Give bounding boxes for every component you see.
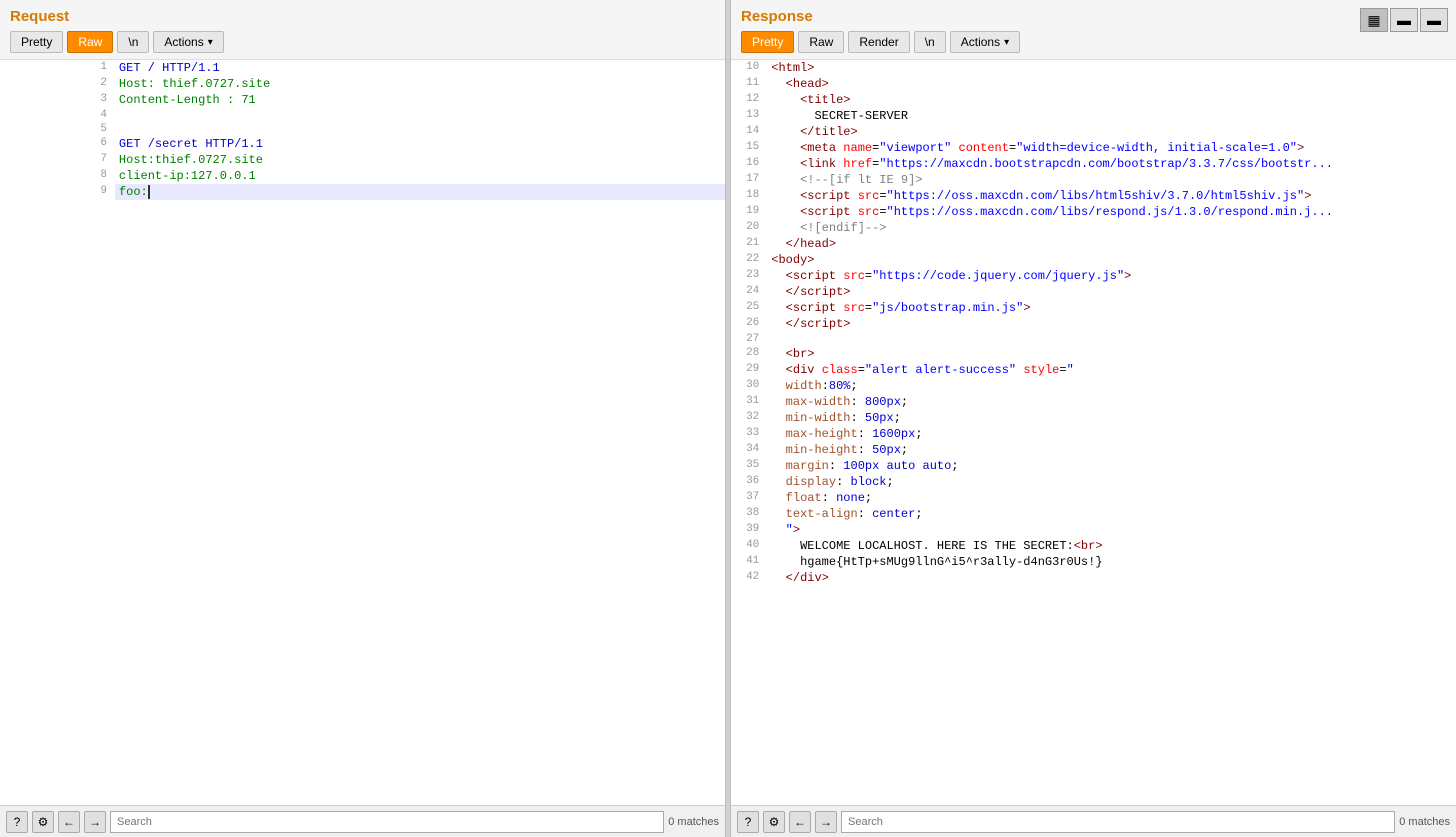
request-prev-match-btn[interactable]: ← — [58, 811, 80, 833]
request-help-btn[interactable]: ? — [6, 811, 28, 833]
response-actions-arrow: ▾ — [1004, 37, 1009, 48]
response-line-16: 16 <link href="https://maxcdn.bootstrapc… — [731, 156, 1456, 172]
response-help-btn[interactable]: ? — [737, 811, 759, 833]
response-line-25: 25 <script src="js/bootstrap.min.js"> — [731, 300, 1456, 316]
response-line-34: 34 min-height: 50px; — [731, 442, 1456, 458]
response-line-39: 39 "> — [731, 522, 1456, 538]
request-line-3: 3 Content-Length : 71 — [0, 92, 725, 108]
response-line-14: 14 </title> — [731, 124, 1456, 140]
response-line-33: 33 max-height: 1600px; — [731, 426, 1456, 442]
request-tab-raw[interactable]: Raw — [67, 31, 113, 53]
response-line-19: 19 <script src="https://oss.maxcdn.com/l… — [731, 204, 1456, 220]
request-actions-btn[interactable]: Actions ▾ — [153, 31, 223, 53]
request-line-7: 7 Host:thief.0727.site — [0, 152, 725, 168]
request-pane: Request Pretty Raw \n Actions ▾ 1 GET / … — [0, 0, 725, 837]
response-tab-newline[interactable]: \n — [914, 31, 946, 53]
response-line-15: 15 <meta name="viewport" content="width=… — [731, 140, 1456, 156]
request-line-2: 2 Host: thief.0727.site — [0, 76, 725, 92]
response-tab-pretty[interactable]: Pretty — [741, 31, 794, 53]
request-bottom-bar: ? ⚙ ← → 0 matches — [0, 805, 725, 837]
response-line-40: 40 WELCOME LOCALHOST. HERE IS THE SECRET… — [731, 538, 1456, 554]
request-line-9: 9 foo: — [0, 184, 725, 200]
response-title: Response — [741, 8, 1446, 25]
response-match-count: 0 matches — [1399, 816, 1450, 828]
request-search-input[interactable] — [110, 811, 664, 833]
response-line-41: 41 hgame{HtTp+sMUg9llnG^i5^r3ally-d4nG3r… — [731, 554, 1456, 570]
response-line-36: 36 display: block; — [731, 474, 1456, 490]
request-toolbar: Pretty Raw \n Actions ▾ — [10, 31, 715, 53]
request-tab-pretty[interactable]: Pretty — [10, 31, 63, 53]
request-line-5: 5 — [0, 122, 725, 136]
response-pane: Response Pretty Raw Render \n Actions ▾ … — [731, 0, 1456, 837]
request-code-area: 1 GET / HTTP/1.1 2 Host: thief.0727.site… — [0, 60, 725, 805]
response-tab-raw[interactable]: Raw — [798, 31, 844, 53]
request-header: Request Pretty Raw \n Actions ▾ — [0, 0, 725, 60]
response-line-20: 20 <![endif]--> — [731, 220, 1456, 236]
response-line-27: 27 — [731, 332, 1456, 346]
response-line-42: 42 </div> — [731, 570, 1456, 586]
layout-horizontal-btn[interactable]: ▬ — [1390, 8, 1418, 32]
response-line-22: 22 <body> — [731, 252, 1456, 268]
response-header: Response Pretty Raw Render \n Actions ▾ — [731, 0, 1456, 60]
response-tab-render[interactable]: Render — [848, 31, 909, 53]
request-next-match-btn[interactable]: → — [84, 811, 106, 833]
layout-controls: ▦ ▬ ▬ — [1360, 8, 1448, 32]
response-line-13: 13 SECRET-SERVER — [731, 108, 1456, 124]
response-line-21: 21 </head> — [731, 236, 1456, 252]
response-line-17: 17 <!--[if lt IE 9]> — [731, 172, 1456, 188]
response-line-24: 24 </script> — [731, 284, 1456, 300]
response-actions-btn[interactable]: Actions ▾ — [950, 31, 1020, 53]
response-line-32: 32 min-width: 50px; — [731, 410, 1456, 426]
request-title: Request — [10, 8, 715, 25]
request-line-8: 8 client-ip:127.0.0.1 — [0, 168, 725, 184]
response-line-31: 31 max-width: 800px; — [731, 394, 1456, 410]
response-code-lines: 10 <html> 11 <head> 12 <title> 13 SECRET… — [731, 60, 1456, 586]
response-line-28: 28 <br> — [731, 346, 1456, 362]
request-line-4: 4 — [0, 108, 725, 122]
request-code-lines: 1 GET / HTTP/1.1 2 Host: thief.0727.site… — [0, 60, 725, 200]
response-line-26: 26 </script> — [731, 316, 1456, 332]
response-line-23: 23 <script src="https://code.jquery.com/… — [731, 268, 1456, 284]
response-line-29: 29 <div class="alert alert-success" styl… — [731, 362, 1456, 378]
response-toolbar: Pretty Raw Render \n Actions ▾ — [741, 31, 1446, 53]
response-next-match-btn[interactable]: → — [815, 811, 837, 833]
response-bottom-bar: ? ⚙ ← → 0 matches — [731, 805, 1456, 837]
response-line-38: 38 text-align: center; — [731, 506, 1456, 522]
request-line-1: 1 GET / HTTP/1.1 — [0, 60, 725, 76]
layout-split-btn[interactable]: ▦ — [1360, 8, 1388, 32]
response-line-30: 30 width:80%; — [731, 378, 1456, 394]
response-line-35: 35 margin: 100px auto auto; — [731, 458, 1456, 474]
response-line-12: 12 <title> — [731, 92, 1456, 108]
layout-vertical-btn[interactable]: ▬ — [1420, 8, 1448, 32]
request-line-6: 6 GET /secret HTTP/1.1 — [0, 136, 725, 152]
request-settings-btn[interactable]: ⚙ — [32, 811, 54, 833]
response-code-area: 10 <html> 11 <head> 12 <title> 13 SECRET… — [731, 60, 1456, 805]
request-match-count: 0 matches — [668, 816, 719, 828]
response-line-10: 10 <html> — [731, 60, 1456, 76]
response-line-18: 18 <script src="https://oss.maxcdn.com/l… — [731, 188, 1456, 204]
request-tab-newline[interactable]: \n — [117, 31, 149, 53]
response-prev-match-btn[interactable]: ← — [789, 811, 811, 833]
response-settings-btn[interactable]: ⚙ — [763, 811, 785, 833]
request-actions-arrow: ▾ — [208, 37, 213, 48]
main-container: Request Pretty Raw \n Actions ▾ 1 GET / … — [0, 0, 1456, 837]
response-line-11: 11 <head> — [731, 76, 1456, 92]
response-search-input[interactable] — [841, 811, 1395, 833]
response-line-37: 37 float: none; — [731, 490, 1456, 506]
